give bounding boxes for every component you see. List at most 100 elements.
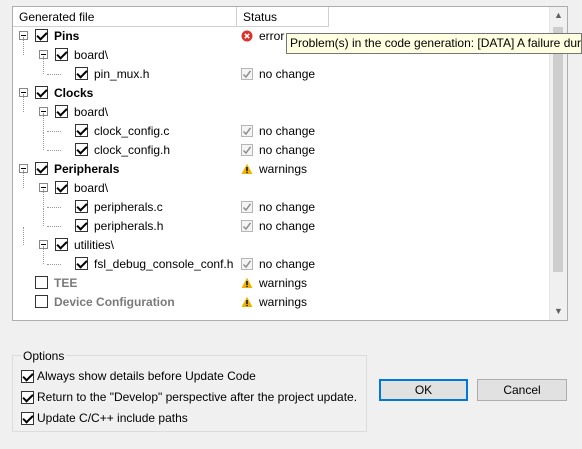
cancel-button[interactable]: Cancel — [477, 379, 567, 401]
tree-node-checkbox[interactable] — [55, 238, 68, 251]
tree-node-label: clock_config.c — [94, 124, 170, 138]
tree-node-checkbox[interactable] — [35, 86, 48, 99]
tree-connector — [47, 207, 61, 208]
tree-connector — [23, 94, 24, 112]
column-header-generated-file[interactable]: Generated file — [13, 7, 237, 27]
tree-node: board\ — [23, 170, 237, 198]
status-text: no change — [259, 124, 316, 138]
tree-row[interactable]: clock_config.h no change — [13, 132, 550, 160]
tree-node-label: Clocks — [54, 86, 94, 100]
tree-node: TEE — [19, 274, 237, 293]
tree-row[interactable]: board\ — [13, 170, 550, 198]
tree-connector — [23, 170, 24, 188]
tree-node-checkbox[interactable] — [55, 181, 68, 194]
tree-node-checkbox[interactable] — [55, 48, 68, 61]
status-text: no change — [259, 257, 316, 271]
tree-node-checkbox[interactable] — [75, 67, 88, 80]
tree-connector — [43, 208, 44, 226]
tree-row[interactable]: Device Configuration warnings — [13, 293, 550, 312]
tree-connector — [47, 74, 61, 75]
tree-node-label: Peripherals — [54, 162, 120, 176]
tree-node-checkbox[interactable] — [35, 295, 48, 308]
status-text: warnings — [259, 162, 308, 176]
scroll-down-arrow-icon[interactable]: ▼ — [550, 303, 567, 320]
tree-node-checkbox[interactable] — [55, 105, 68, 118]
status-text: warnings — [259, 276, 308, 290]
tree-node: Device Configuration — [19, 293, 237, 312]
tree-header: Generated file Status — [13, 7, 567, 27]
tree-rows: Pins error board\ pin_mux.h no change Clocks b… — [13, 27, 550, 320]
ok-button[interactable]: OK — [379, 379, 468, 401]
tree-row[interactable]: board\ — [13, 94, 550, 122]
tree-node-checkbox[interactable] — [75, 124, 88, 137]
option-checkbox[interactable] — [21, 412, 34, 425]
column-header-status[interactable]: Status — [237, 7, 329, 27]
tree-connector — [43, 56, 44, 74]
tree-node: clock_config.h — [43, 132, 237, 160]
tree-row[interactable]: utilities\ — [13, 227, 550, 255]
tree-connector — [43, 189, 44, 207]
tree-node-checkbox[interactable] — [35, 29, 48, 42]
tree-row[interactable]: TEE warnings — [13, 274, 550, 293]
tree-connector — [43, 246, 44, 264]
scroll-up-arrow-icon[interactable]: ▲ — [550, 7, 567, 24]
tree-node-label: pin_mux.h — [94, 67, 150, 81]
tree-node: Peripherals — [19, 160, 237, 179]
tree-node: peripherals.c — [43, 189, 237, 217]
tree-row[interactable]: Peripherals warnings — [13, 160, 550, 179]
error-tooltip: Problem(s) in the code generation: [DATA… — [286, 33, 582, 54]
tree-row[interactable]: clock_config.c no change — [13, 113, 550, 141]
tree-node-label: fsl_debug_console_conf.h — [94, 257, 234, 271]
option-label: Update C/C++ include paths — [37, 411, 188, 425]
tree-connector — [43, 113, 44, 131]
tree-node: Clocks — [19, 84, 237, 103]
options-title: Options — [21, 348, 67, 364]
tree-node-checkbox[interactable] — [75, 143, 88, 156]
tree-node-checkbox[interactable] — [35, 162, 48, 175]
tree-node: pin_mux.h — [43, 56, 237, 84]
tree-node-label: board\ — [74, 181, 109, 195]
tree-node-label: clock_config.h — [94, 143, 171, 157]
tree-row[interactable]: peripherals.c no change — [13, 189, 550, 217]
tree-connector — [47, 150, 61, 151]
option-checkbox[interactable] — [21, 370, 34, 383]
tree-node-checkbox[interactable] — [75, 219, 88, 232]
tree-node-label: board\ — [74, 48, 109, 62]
tree-node-label: Device Configuration — [54, 295, 175, 309]
tree-connector — [47, 131, 61, 132]
tree-node: fsl_debug_console_conf.h — [43, 246, 237, 274]
tree-node-label: utilities\ — [74, 238, 115, 252]
tree-node-label: TEE — [54, 276, 78, 290]
option-checkbox[interactable] — [21, 391, 34, 404]
tree-node: clock_config.c — [43, 113, 237, 141]
status-text: error — [259, 29, 285, 43]
tree-node-checkbox[interactable] — [35, 276, 48, 289]
tree-node-checkbox[interactable] — [75, 200, 88, 213]
tree-node-label: peripherals.c — [94, 200, 163, 214]
tree-node: Pins — [19, 27, 237, 46]
tree-node: peripherals.h — [43, 208, 237, 236]
options-group: Options Always show details before Updat… — [12, 348, 367, 432]
tree-node: board\ — [23, 94, 237, 122]
tree-node-label: peripherals.h — [94, 219, 164, 233]
tree-node: board\ — [23, 37, 237, 65]
scrollbar-thumb[interactable] — [553, 27, 563, 272]
tree-row[interactable]: fsl_debug_console_conf.h no change — [13, 246, 550, 274]
option-label: Return to the "Develop" perspective afte… — [37, 390, 358, 404]
status-text: no change — [259, 200, 316, 214]
status-text: no change — [259, 219, 316, 233]
tree-row[interactable]: peripherals.h no change — [13, 208, 550, 236]
status-text: warnings — [259, 295, 308, 309]
tree-node-checkbox[interactable] — [75, 257, 88, 270]
status-text: no change — [259, 67, 316, 81]
tree-connector — [47, 264, 61, 265]
tree-connector — [23, 227, 24, 245]
tree-row[interactable]: Clocks — [13, 84, 550, 103]
tree-row[interactable]: pin_mux.h no change — [13, 56, 550, 84]
tree-connector — [23, 37, 24, 55]
tree-node: utilities\ — [23, 227, 237, 255]
option-label: Always show details before Update Code — [37, 369, 256, 383]
status-text: no change — [259, 143, 316, 157]
tree-connector — [43, 132, 44, 150]
tree-node-label: Pins — [54, 29, 80, 43]
